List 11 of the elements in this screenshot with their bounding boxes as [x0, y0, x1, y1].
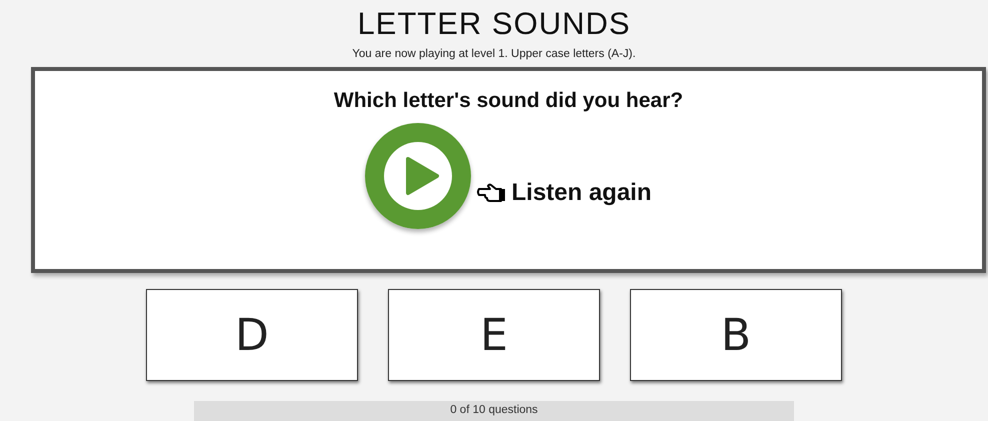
pointing-hand-icon	[477, 183, 508, 205]
level-subtitle: You are now playing at level 1. Upper case letters (A-J).	[352, 48, 636, 60]
play-button[interactable]	[365, 123, 472, 229]
listen-again-label[interactable]: Listen again	[511, 179, 652, 207]
page-title: LETTER SOUNDS	[357, 6, 631, 42]
progress-label: 0 of 10 questions	[450, 404, 538, 418]
answer-button[interactable]: E	[388, 289, 600, 382]
play-icon	[365, 123, 472, 229]
answer-button[interactable]: D	[146, 289, 358, 382]
question-prompt: Which letter's sound did you hear?	[334, 89, 684, 113]
answer-button[interactable]: B	[630, 289, 842, 382]
